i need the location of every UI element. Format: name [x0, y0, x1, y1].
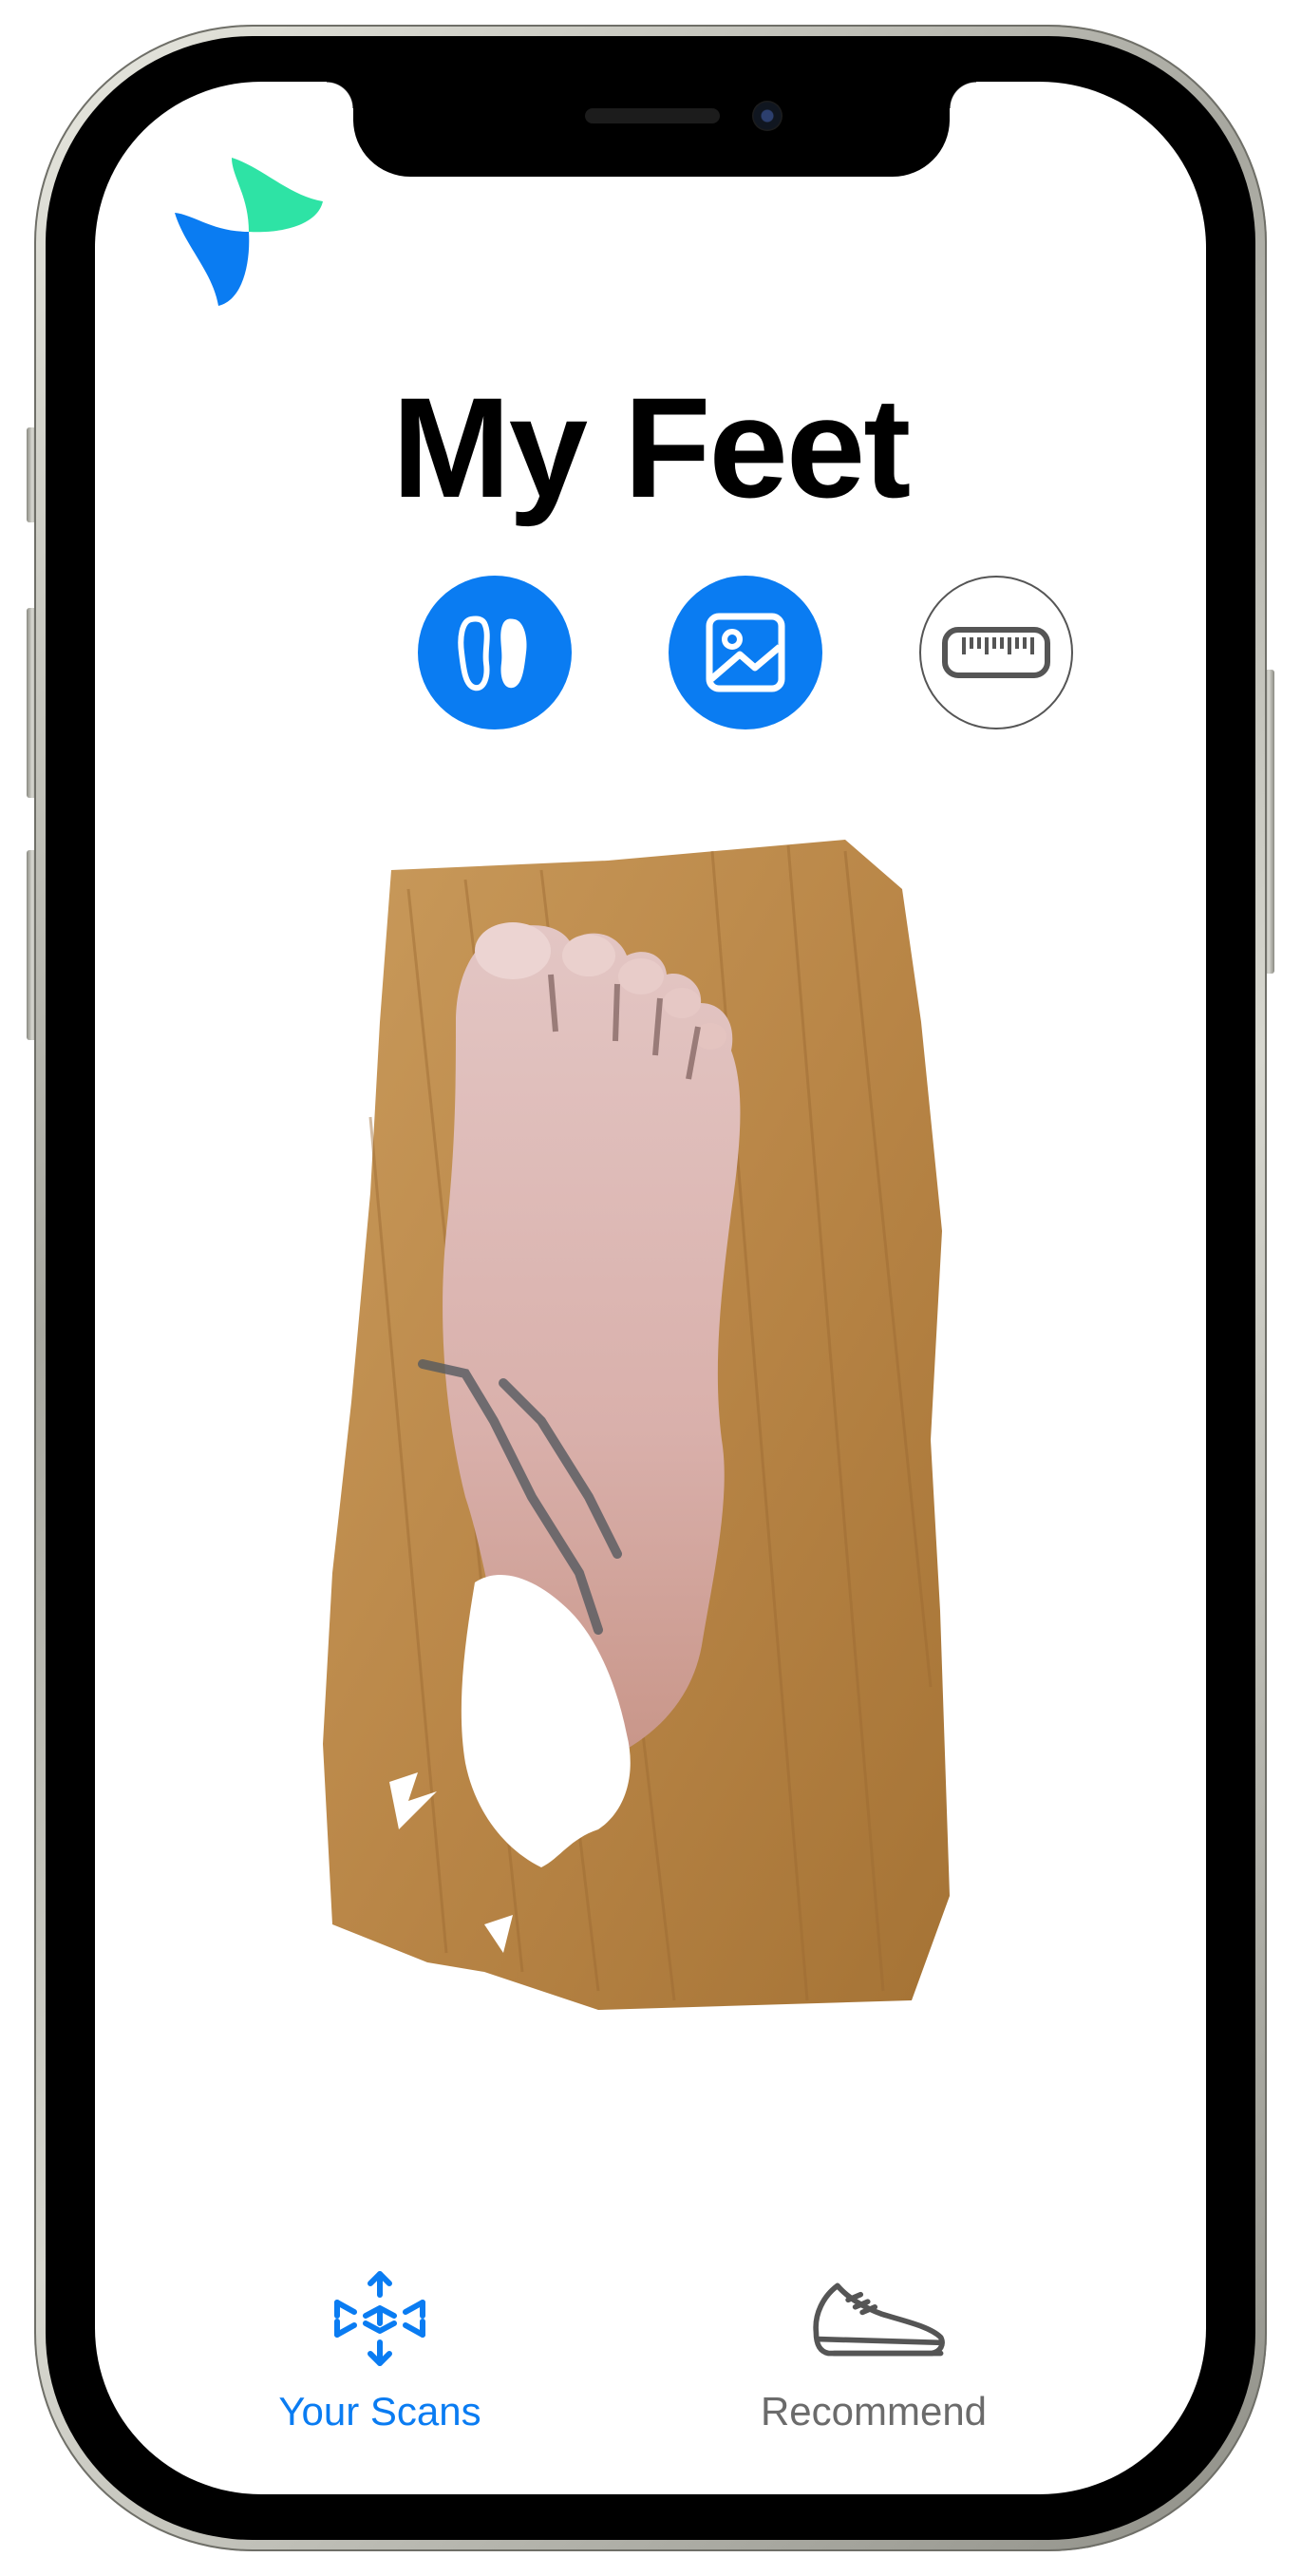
device-stage: My Feet Your Scans Recommend [0, 0, 1301, 2576]
notch [327, 82, 976, 177]
app-logo [175, 158, 323, 306]
tab-recommend-label: Recommend [760, 2389, 988, 2434]
sneaker-icon [813, 2282, 945, 2357]
toe-2 [562, 935, 615, 976]
toe-4 [663, 988, 701, 1018]
toe-3 [618, 958, 664, 994]
photo-icon [706, 613, 785, 692]
feet-button[interactable] [418, 576, 572, 729]
front-camera [752, 101, 782, 131]
page-title: My Feet [391, 368, 911, 527]
ruler-icon [942, 627, 1050, 678]
measure-button[interactable] [919, 576, 1073, 729]
earpiece-speaker [585, 108, 720, 123]
photo-button[interactable] [669, 576, 822, 729]
feet-icon [458, 616, 527, 691]
app-screen: My Feet Your Scans Recommend [95, 82, 1206, 2494]
tab-bar: Your Scans Recommend [95, 2247, 1206, 2475]
scan-cube-icon [334, 2271, 425, 2366]
tab-your-scans[interactable]: Your Scans [209, 2247, 551, 2475]
tab-your-scans-label: Your Scans [278, 2389, 481, 2434]
big-toe [475, 922, 551, 979]
foot-scan-render[interactable] [313, 832, 1016, 2029]
tab-recommend[interactable]: Recommend [703, 2247, 1045, 2475]
